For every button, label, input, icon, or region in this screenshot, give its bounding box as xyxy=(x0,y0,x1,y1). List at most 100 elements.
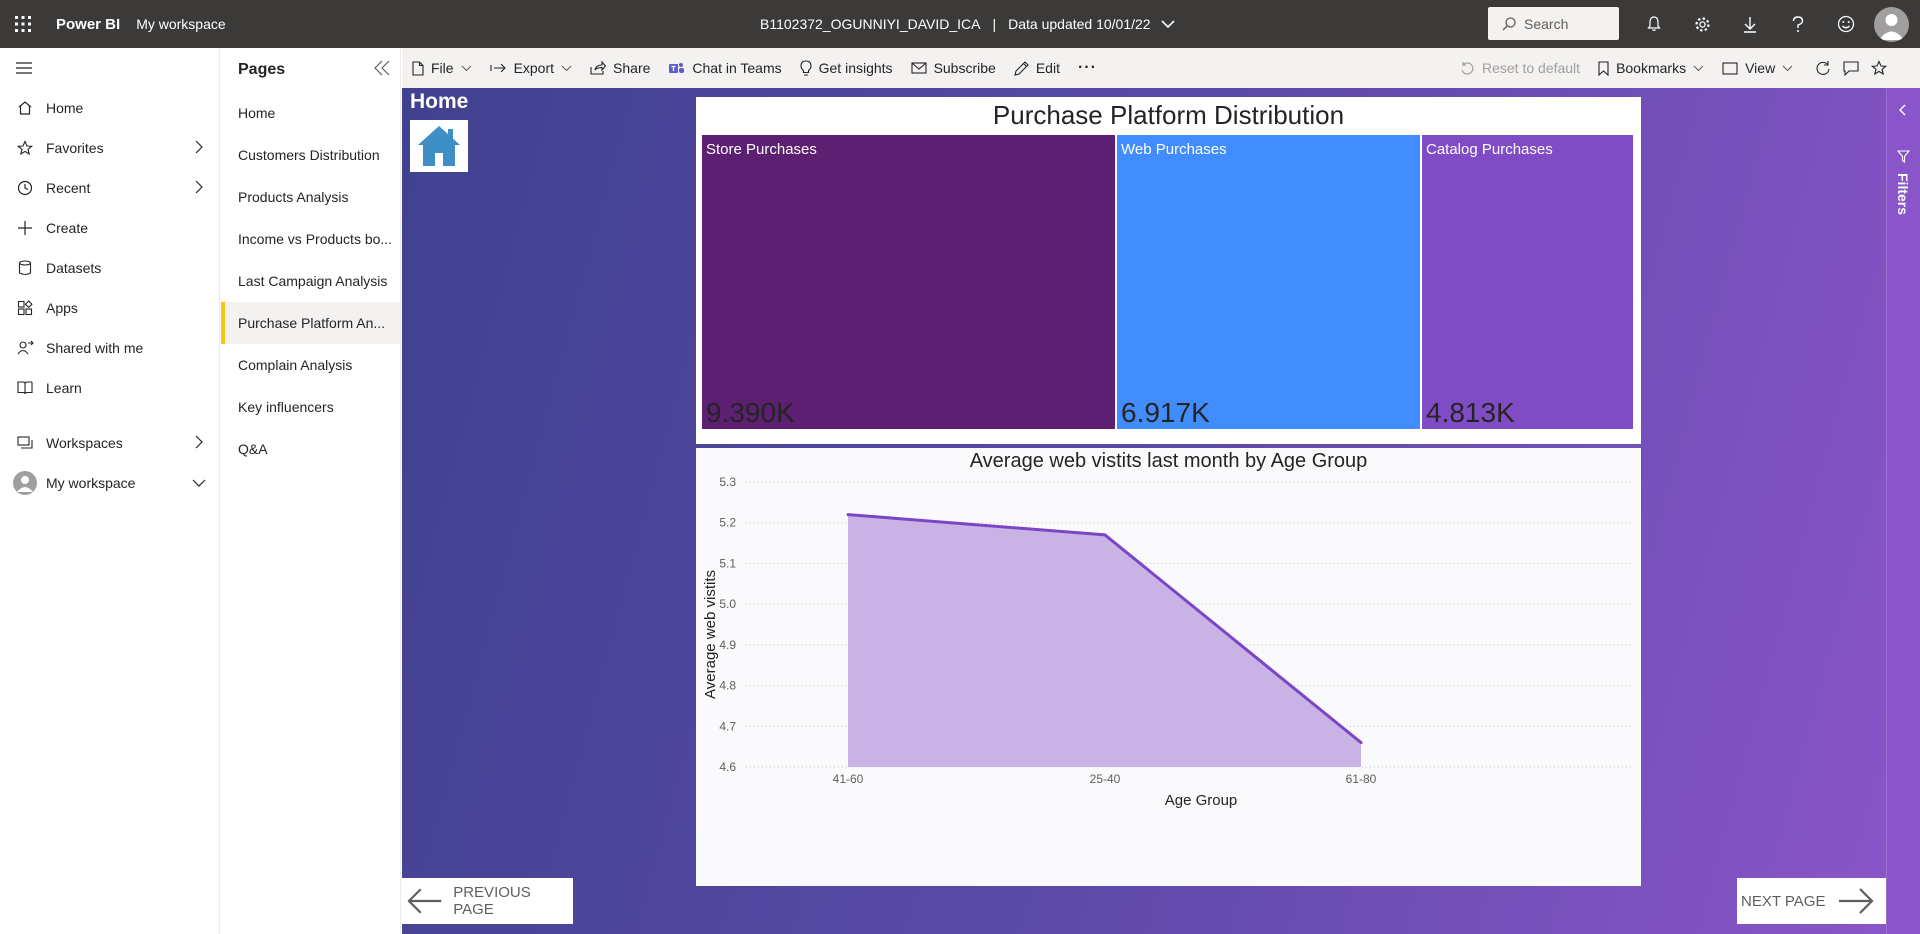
chevron-right-icon[interactable] xyxy=(195,180,203,194)
house-icon xyxy=(418,126,460,166)
chevron-right-icon[interactable] xyxy=(195,435,203,449)
filters-pane-collapsed[interactable]: Filters xyxy=(1886,88,1920,934)
collapse-pane-icon[interactable] xyxy=(374,60,390,76)
nav-label: Learn xyxy=(46,380,82,396)
refresh-button[interactable] xyxy=(1815,60,1831,76)
chevron-down-icon[interactable] xyxy=(192,479,206,487)
chevron-down-icon[interactable] xyxy=(1161,19,1175,29)
chevron-left-icon[interactable] xyxy=(1898,104,1906,116)
chevron-down-icon xyxy=(561,65,572,71)
data-point xyxy=(1359,741,1363,745)
previous-page-button[interactable]: PREVIOUS PAGE xyxy=(402,878,573,924)
y-tick-label: 4.7 xyxy=(719,719,736,733)
y-tick-label: 5.3 xyxy=(719,475,736,489)
favorite-button[interactable] xyxy=(1871,60,1888,76)
app-launcher-icon[interactable] xyxy=(0,0,46,48)
more-options-button[interactable]: ··· xyxy=(1078,59,1097,77)
nav-item-home[interactable]: Home xyxy=(0,88,219,128)
nav-label: Workspaces xyxy=(46,435,123,451)
treemap-cell-store[interactable]: Store Purchases 9.390K xyxy=(702,135,1115,429)
file-menu[interactable]: File xyxy=(412,60,472,76)
lightbulb-icon xyxy=(800,60,812,76)
get-insights-button[interactable]: Get insights xyxy=(800,60,893,76)
chevron-right-icon[interactable] xyxy=(195,140,203,154)
page-item-complain-analysis[interactable]: Complain Analysis xyxy=(221,344,400,386)
chat-label: Chat in Teams xyxy=(692,60,782,76)
data-updated-text: Data updated 10/01/22 xyxy=(1008,16,1151,32)
nav-item-recent[interactable]: Recent xyxy=(0,168,219,208)
chevron-down-icon xyxy=(461,65,471,71)
user-avatar-icon xyxy=(13,471,37,495)
subscribe-button[interactable]: Subscribe xyxy=(911,60,996,76)
home-button[interactable] xyxy=(410,120,468,172)
insights-label: Get insights xyxy=(818,60,893,76)
nav-item-datasets[interactable]: Datasets xyxy=(0,248,219,288)
view-menu[interactable]: View xyxy=(1722,60,1793,76)
chat-in-teams-button[interactable]: Chat in Teams xyxy=(668,60,782,76)
nav-label: Recent xyxy=(46,180,91,196)
treemap-visual[interactable]: Purchase Platform Distribution Store Pur… xyxy=(696,97,1641,444)
page-item-income-vs-products[interactable]: Income vs Products bo... xyxy=(221,218,400,260)
treemap-cell-value: 6.917K xyxy=(1121,397,1210,428)
reset-to-default-button[interactable]: Reset to default xyxy=(1460,60,1580,76)
star-icon xyxy=(16,139,34,157)
workspace-breadcrumb[interactable]: My workspace xyxy=(136,16,225,32)
report-canvas: Home Purchase Platform Distribution Stor… xyxy=(402,88,1886,934)
edit-button[interactable]: Edit xyxy=(1014,60,1060,76)
report-title-area[interactable]: B1102372_OGUNNIYI_DAVID_ICA | Data updat… xyxy=(760,0,1175,48)
nav-item-workspaces[interactable]: Workspaces xyxy=(0,423,219,463)
export-menu[interactable]: Export xyxy=(490,60,572,76)
treemap-title: Purchase Platform Distribution xyxy=(992,100,1345,130)
page-item-purchase-platform[interactable]: Purchase Platform An... xyxy=(221,302,400,344)
nav-item-shared-with-me[interactable]: Shared with me xyxy=(0,328,219,368)
export-label: Export xyxy=(513,60,555,76)
page-item-last-campaign-analysis[interactable]: Last Campaign Analysis xyxy=(221,260,400,302)
page-item-customers-distribution[interactable]: Customers Distribution xyxy=(221,134,400,176)
bookmarks-menu[interactable]: Bookmarks xyxy=(1598,60,1704,76)
view-icon xyxy=(1722,61,1738,75)
shared-icon xyxy=(16,339,34,357)
nav-item-my-workspace[interactable]: My workspace xyxy=(0,463,219,503)
share-button[interactable]: Share xyxy=(590,60,650,76)
avatar[interactable] xyxy=(1874,7,1909,42)
view-label: View xyxy=(1745,60,1776,76)
area-chart-visual[interactable]: Average web vistits last month by Age Gr… xyxy=(696,448,1641,886)
subscribe-label: Subscribe xyxy=(933,60,996,76)
page-item-qa[interactable]: Q&A xyxy=(221,428,400,470)
share-label: Share xyxy=(613,60,651,76)
nav-item-learn[interactable]: Learn xyxy=(0,368,219,408)
download-icon[interactable] xyxy=(1726,0,1774,48)
pages-title: Pages xyxy=(238,61,286,78)
hamburger-menu-icon[interactable] xyxy=(0,48,219,88)
treemap-cell-web[interactable]: Web Purchases 6.917K xyxy=(1117,135,1420,429)
nav-label: Home xyxy=(46,100,84,116)
nav-item-apps[interactable]: Apps xyxy=(0,288,219,328)
export-icon xyxy=(490,63,506,73)
search-box[interactable]: Search xyxy=(1488,7,1619,40)
report-name: B1102372_OGUNNIYI_DAVID_ICA xyxy=(760,16,981,32)
treemap-cell-value: 9.390K xyxy=(706,397,795,428)
chevron-down-icon xyxy=(1693,65,1704,71)
nav-label: Apps xyxy=(46,300,78,316)
mail-icon xyxy=(911,62,927,74)
brand-name[interactable]: Power BI xyxy=(56,16,120,33)
gear-icon[interactable] xyxy=(1678,0,1726,48)
area-chart-svg: 5.3 5.2 5.1 5.0 4.9 4.8 4.7 4.6 41-60 25-40 61-80 A… xyxy=(702,475,1631,809)
apps-icon xyxy=(16,299,34,317)
treemap-cell-catalog[interactable]: Catalog Purchases 4.813K xyxy=(1422,135,1633,429)
feedback-smiley-icon[interactable] xyxy=(1822,0,1870,48)
nav-item-create[interactable]: Create xyxy=(0,208,219,248)
help-icon[interactable] xyxy=(1774,0,1822,48)
page-item-products-analysis[interactable]: Products Analysis xyxy=(221,176,400,218)
filter-icon xyxy=(1897,150,1910,163)
bell-icon[interactable] xyxy=(1630,0,1678,48)
nav-item-favorites[interactable]: Favorites xyxy=(0,128,219,168)
next-page-button[interactable]: NEXT PAGE xyxy=(1737,878,1886,924)
page-item-key-influencers[interactable]: Key influencers xyxy=(221,386,400,428)
share-icon xyxy=(590,61,607,75)
clock-icon xyxy=(16,179,34,197)
x-axis-title: Age Group xyxy=(1165,792,1238,809)
page-item-home[interactable]: Home xyxy=(221,92,400,134)
nav-label: Create xyxy=(46,220,89,236)
comments-button[interactable] xyxy=(1843,60,1859,76)
